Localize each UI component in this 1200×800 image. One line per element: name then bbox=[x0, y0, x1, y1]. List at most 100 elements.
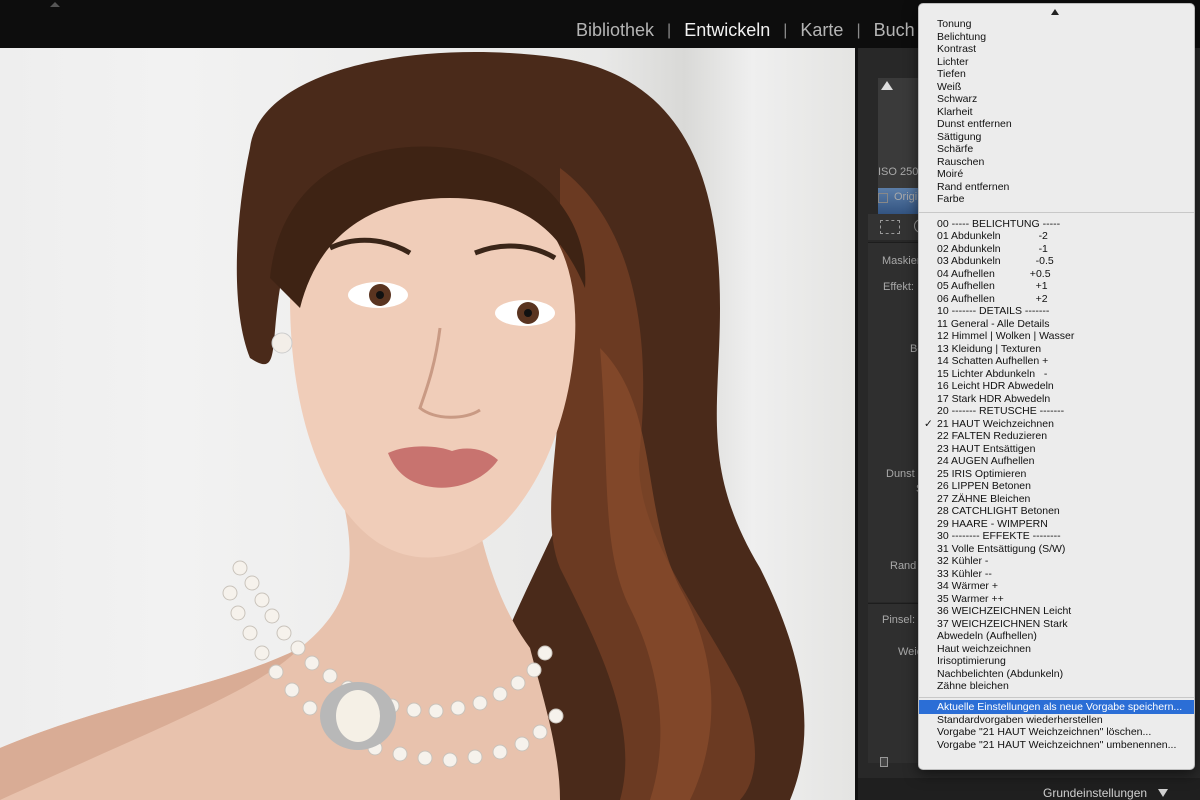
checkmark-icon: ✓ bbox=[924, 417, 933, 430]
menu-item-label: 27 ZÄHNE Bleichen bbox=[937, 492, 1031, 505]
menu-item[interactable]: 16 Leicht HDR Abwedeln bbox=[919, 380, 1194, 393]
menu-item[interactable]: 31 Volle Entsättigung (S/W) bbox=[919, 542, 1194, 556]
menu-item[interactable]: 32 Kühler - bbox=[919, 555, 1194, 568]
menu-item[interactable]: Rand entfernen bbox=[919, 181, 1194, 194]
module-bibliothek[interactable]: Bibliothek bbox=[576, 20, 667, 41]
menu-item[interactable]: 00 ----- BELICHTUNG ----- bbox=[919, 217, 1194, 231]
menu-item-label: 37 WEICHZEICHNEN Stark bbox=[937, 617, 1068, 630]
menu-item-label: 05 Aufhellen +1 bbox=[937, 280, 1048, 292]
module-picker: Bibliothek | Entwickeln | Karte | Buch bbox=[576, 20, 928, 41]
menu-item-label: 34 Wärmer + bbox=[937, 580, 998, 592]
clipping-warning-icon[interactable] bbox=[881, 81, 893, 90]
menu-item[interactable]: 24 AUGEN Aufhellen bbox=[919, 455, 1194, 468]
original-checkbox[interactable] bbox=[878, 193, 888, 203]
brush-label: Pinsel: bbox=[882, 614, 916, 626]
menu-item-label: Haut weichzeichnen bbox=[937, 642, 1031, 655]
menu-item[interactable]: 20 ------- RETUSCHE ------- bbox=[919, 405, 1194, 418]
menu-item[interactable]: Belichtung bbox=[919, 31, 1194, 44]
menu-item[interactable]: Nachbelichten (Abdunkeln) bbox=[919, 668, 1194, 681]
menu-item-label: Irisoptimierung bbox=[937, 655, 1006, 667]
menu-item-label: 10 ------- DETAILS ------- bbox=[937, 305, 1050, 317]
menu-item[interactable]: 01 Abdunkeln -2 bbox=[919, 230, 1194, 243]
menu-item[interactable]: 27 ZÄHNE Bleichen bbox=[919, 492, 1194, 506]
menu-item[interactable]: 22 FALTEN Reduzieren bbox=[919, 430, 1194, 443]
iso-readout: ISO 250 bbox=[878, 166, 919, 178]
menu-item[interactable]: Schwarz bbox=[919, 93, 1194, 106]
menu-item[interactable]: Standardvorgaben wiederherstellen bbox=[919, 714, 1194, 727]
menu-item-label: 33 Kühler -- bbox=[937, 567, 992, 580]
menu-item-label: 15 Lichter Abdunkeln - bbox=[937, 367, 1048, 380]
crop-grid-icon[interactable] bbox=[880, 220, 900, 234]
menu-item-highlighted[interactable]: Aktuelle Einstellungen als neue Vorgabe … bbox=[919, 699, 1194, 714]
menu-item[interactable]: 34 Wärmer + bbox=[919, 580, 1194, 593]
menu-item-label: 01 Abdunkeln -2 bbox=[937, 230, 1048, 242]
menu-item[interactable]: Sättigung bbox=[919, 131, 1194, 144]
menu-item-label: 31 Volle Entsättigung (S/W) bbox=[937, 542, 1066, 555]
menu-item[interactable]: Abwedeln (Aufhellen) bbox=[919, 630, 1194, 643]
portrait-photo bbox=[0, 52, 805, 800]
menu-item-label: Zähne bleichen bbox=[937, 680, 1009, 692]
menu-item[interactable]: 17 Stark HDR Abwedeln bbox=[919, 392, 1194, 406]
menu-item[interactable]: 26 LIPPEN Betonen bbox=[919, 480, 1194, 493]
menu-item[interactable]: Vorgabe "21 HAUT Weichzeichnen" umbenenn… bbox=[919, 739, 1194, 752]
menu-separator bbox=[919, 696, 1194, 698]
menu-item[interactable]: Lichter bbox=[919, 56, 1194, 69]
module-karte[interactable]: Karte bbox=[787, 20, 856, 41]
menu-item[interactable]: Moiré bbox=[919, 168, 1194, 181]
menu-item[interactable]: 35 Warmer ++ bbox=[919, 592, 1194, 606]
menu-item[interactable]: Vorgabe "21 HAUT Weichzeichnen" löschen.… bbox=[919, 726, 1194, 739]
menu-item[interactable]: 28 CATCHLIGHT Betonen bbox=[919, 505, 1194, 518]
menu-item[interactable]: 03 Abdunkeln -0.5 bbox=[919, 255, 1194, 268]
menu-item-label: 14 Schatten Aufhellen + bbox=[937, 355, 1049, 367]
menu-item-label: 28 CATCHLIGHT Betonen bbox=[937, 505, 1060, 517]
menu-item[interactable]: 12 Himmel | Wolken | Wasser bbox=[919, 330, 1194, 343]
collapse-arrow-icon[interactable] bbox=[1158, 789, 1168, 797]
menu-item[interactable]: 36 WEICHZEICHNEN Leicht bbox=[919, 605, 1194, 618]
menu-item-label: 12 Himmel | Wolken | Wasser bbox=[937, 330, 1075, 342]
menu-item-label: 26 LIPPEN Betonen bbox=[937, 480, 1031, 492]
menu-item-label: 04 Aufhellen +0.5 bbox=[937, 267, 1051, 280]
menu-item[interactable]: 06 Aufhellen +2 bbox=[919, 293, 1194, 306]
menu-item[interactable]: Zähne bleichen bbox=[919, 680, 1194, 693]
menu-item-label: 16 Leicht HDR Abwedeln bbox=[937, 380, 1054, 392]
menu-item[interactable]: 37 WEICHZEICHNEN Stark bbox=[919, 617, 1194, 631]
menu-item[interactable]: Dunst entfernen bbox=[919, 118, 1194, 131]
menu-item[interactable]: Tonung bbox=[919, 18, 1194, 31]
menu-item[interactable]: Haut weichzeichnen bbox=[919, 642, 1194, 656]
panel-switch[interactable] bbox=[880, 757, 888, 767]
menu-item[interactable]: Kontrast bbox=[919, 43, 1194, 56]
menu-item[interactable]: 05 Aufhellen +1 bbox=[919, 280, 1194, 293]
basic-settings-label[interactable]: Grundeinstellungen bbox=[1043, 786, 1147, 800]
menu-item[interactable]: 25 IRIS Optimieren bbox=[919, 468, 1194, 481]
module-entwickeln[interactable]: Entwickeln bbox=[671, 20, 783, 41]
menu-item-label: 17 Stark HDR Abwedeln bbox=[937, 392, 1051, 405]
menu-item[interactable]: Weiß bbox=[919, 81, 1194, 94]
menu-item[interactable]: Schärfe bbox=[919, 143, 1194, 156]
menu-item[interactable]: 29 HAARE - WIMPERN bbox=[919, 518, 1194, 531]
top-panel-toggle-icon[interactable] bbox=[50, 2, 60, 7]
menu-item-label: 00 ----- BELICHTUNG ----- bbox=[937, 217, 1061, 230]
menu-item-checked[interactable]: ✓ 21 HAUT Weichzeichnen bbox=[919, 417, 1194, 431]
menu-item-label: 30 -------- EFFEKTE -------- bbox=[937, 530, 1061, 542]
menu-item[interactable]: 04 Aufhellen +0.5 bbox=[919, 267, 1194, 281]
menu-item[interactable]: 13 Kleidung | Texturen bbox=[919, 343, 1194, 356]
menu-item[interactable]: 23 HAUT Entsättigen bbox=[919, 442, 1194, 456]
menu-item[interactable]: 30 -------- EFFEKTE -------- bbox=[919, 530, 1194, 543]
scroll-up-arrow-icon[interactable] bbox=[1051, 9, 1059, 15]
menu-item[interactable]: Rauschen bbox=[919, 156, 1194, 169]
menu-item[interactable]: Irisoptimierung bbox=[919, 655, 1194, 668]
menu-item[interactable]: 10 ------- DETAILS ------- bbox=[919, 305, 1194, 318]
menu-item-label: 36 WEICHZEICHNEN Leicht bbox=[937, 605, 1072, 617]
menu-item[interactable]: Tiefen bbox=[919, 68, 1194, 81]
menu-item-label: 23 HAUT Entsättigen bbox=[937, 442, 1036, 455]
menu-item[interactable]: 11 General - Alle Details bbox=[919, 318, 1194, 331]
menu-item[interactable]: 02 Abdunkeln -1 bbox=[919, 243, 1194, 256]
photo-canvas[interactable] bbox=[0, 48, 855, 800]
menu-item-label: 22 FALTEN Reduzieren bbox=[937, 430, 1048, 442]
menu-item-label: 35 Warmer ++ bbox=[937, 592, 1004, 605]
menu-item[interactable]: 33 Kühler -- bbox=[919, 567, 1194, 581]
menu-item[interactable]: Farbe bbox=[919, 193, 1194, 206]
menu-item[interactable]: 14 Schatten Aufhellen + bbox=[919, 355, 1194, 368]
menu-item[interactable]: 15 Lichter Abdunkeln - bbox=[919, 367, 1194, 381]
menu-item[interactable]: Klarheit bbox=[919, 106, 1194, 119]
